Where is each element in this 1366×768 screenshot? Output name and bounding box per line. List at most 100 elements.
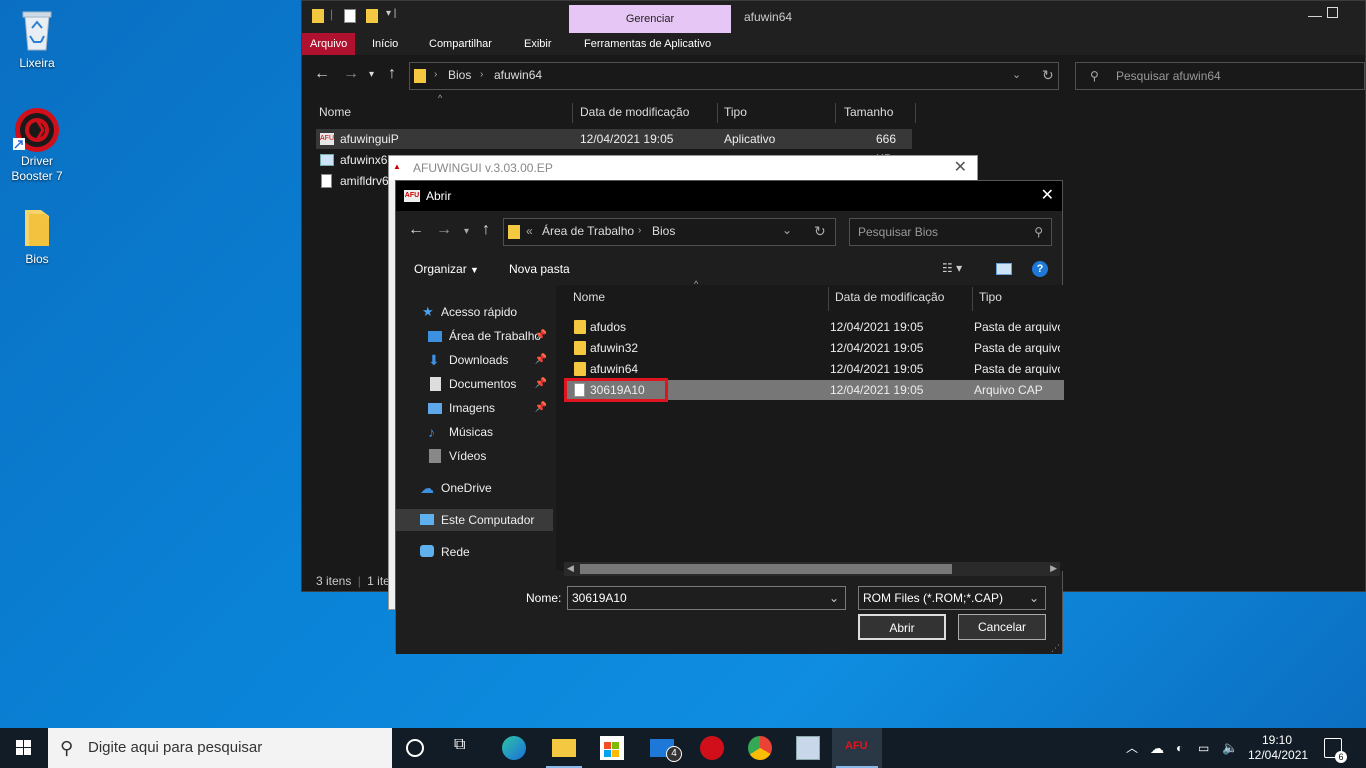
file-type-select[interactable]: ROM Files (*.ROM;*.CAP) ⌄ xyxy=(858,586,1046,610)
afu-taskbar-button[interactable]: AFU xyxy=(832,728,882,768)
organize-button[interactable]: Organizar ▼ xyxy=(414,262,479,276)
forward-icon[interactable]: → xyxy=(436,221,452,239)
show-hidden-icons[interactable]: ︿ xyxy=(1126,728,1138,768)
column-header-size[interactable]: Tamanho xyxy=(838,103,916,123)
nav-item-documents[interactable]: Documentos 📌 xyxy=(396,373,553,395)
column-header-date[interactable]: Data de modificação xyxy=(829,287,973,311)
file-type-value: ROM Files (*.ROM;*.CAP) xyxy=(863,591,1004,605)
nav-item-quick-access[interactable]: ★ Acesso rápido xyxy=(396,301,553,323)
chevron-down-icon[interactable]: ⌄ xyxy=(1029,587,1039,609)
desktop-icon-bios-folder[interactable]: Bios xyxy=(1,208,73,267)
windows-start-icon[interactable] xyxy=(16,740,32,756)
manage-tab[interactable]: Gerenciar xyxy=(569,5,731,33)
nav-item-music[interactable]: ♪ Músicas xyxy=(396,421,553,443)
list-item[interactable]: afuwin32 12/04/2021 19:05 Pasta de arqui… xyxy=(564,338,1064,358)
address-bar[interactable]: › Bios › afuwin64 ⌄ ↻ xyxy=(409,62,1059,90)
pin-icon[interactable]: 📌 xyxy=(535,373,547,395)
scroll-left-icon[interactable]: ◀ xyxy=(567,563,574,574)
pin-icon[interactable]: 📌 xyxy=(535,397,547,419)
new-folder-icon[interactable] xyxy=(366,9,378,23)
qat-dropdown-icon[interactable]: ▾ | xyxy=(386,8,396,19)
clock[interactable]: 19:10 12/04/2021 xyxy=(1248,728,1308,768)
task-view-icon[interactable]: ⧉ xyxy=(454,736,478,760)
nav-item-videos[interactable]: Vídeos xyxy=(396,445,553,467)
chevron-down-icon[interactable]: ⌄ xyxy=(829,587,839,609)
filename-input[interactable]: 30619A10 ⌄ xyxy=(567,586,846,610)
pin-icon[interactable]: 📌 xyxy=(535,349,547,371)
tab-app-tools[interactable]: Ferramentas de Aplicativo xyxy=(576,33,719,55)
tab-view[interactable]: Exibir xyxy=(516,33,560,55)
file-row[interactable]: AFU afuwinguiP 12/04/2021 19:05 Aplicati… xyxy=(316,129,912,166)
network-app-icon[interactable] xyxy=(796,736,820,760)
column-header-type[interactable]: Tipo xyxy=(718,103,836,123)
back-icon[interactable]: ← xyxy=(408,221,424,239)
horizontal-scrollbar[interactable]: ◀ ▶ xyxy=(564,562,1060,576)
column-header-name[interactable]: Nome xyxy=(313,103,573,123)
dialog-search-input[interactable]: Pesquisar Bios ⚲ xyxy=(849,218,1052,246)
close-icon[interactable]: ✕ xyxy=(1041,181,1054,211)
chrome-icon[interactable] xyxy=(748,736,772,760)
chevron-down-icon[interactable]: ⌄ xyxy=(1012,68,1021,81)
tab-home[interactable]: Início xyxy=(364,33,406,55)
list-item[interactable]: afudos 12/04/2021 19:05 Pasta de arquivo xyxy=(564,317,1064,337)
minimize-icon[interactable]: — xyxy=(1308,7,1322,23)
refresh-icon[interactable]: ↻ xyxy=(814,223,826,240)
search-input[interactable]: ⚲ Pesquisar afuwin64 xyxy=(1075,62,1365,90)
nav-item-onedrive[interactable]: ☁ OneDrive xyxy=(396,477,553,499)
scrollbar-thumb[interactable] xyxy=(580,564,952,574)
selection-count: 1 ite xyxy=(367,574,390,588)
scroll-right-icon[interactable]: ▶ xyxy=(1050,563,1057,574)
overflow-chevron[interactable]: « xyxy=(526,224,533,238)
breadcrumb-item[interactable]: Bios xyxy=(652,224,675,238)
nav-item-desktop[interactable]: Área de Trabalho 📌 xyxy=(396,325,553,347)
store-icon[interactable] xyxy=(600,736,624,760)
maximize-icon[interactable] xyxy=(1327,7,1338,18)
up-icon[interactable]: ↑ xyxy=(482,221,490,239)
column-header-type[interactable]: Tipo xyxy=(973,287,1064,311)
help-icon[interactable]: ? xyxy=(1032,261,1048,277)
list-item[interactable]: afuwin64 12/04/2021 19:05 Pasta de arqui… xyxy=(564,359,1064,379)
star-icon: ★ xyxy=(422,304,434,319)
close-icon[interactable]: ✕ xyxy=(954,156,967,180)
chevron-down-icon[interactable]: ⌄ xyxy=(782,223,792,237)
onedrive-tray-icon[interactable]: ☁ xyxy=(1150,728,1164,768)
volume-icon[interactable]: 🔈 xyxy=(1222,728,1238,768)
view-options-icon[interactable]: ☷ ▾ xyxy=(942,261,962,275)
desktop-icon-driver-booster[interactable]: Driver Booster 7 xyxy=(1,106,73,184)
new-folder-button[interactable]: Nova pasta xyxy=(509,262,570,276)
refresh-icon[interactable]: ↻ xyxy=(1042,67,1054,84)
breadcrumb-item[interactable]: Área de Trabalho xyxy=(542,224,634,238)
nav-item-network[interactable]: Rede xyxy=(396,541,553,563)
resize-grip-icon[interactable]: ⋰ xyxy=(1051,643,1060,654)
driver-booster-icon[interactable] xyxy=(700,736,724,760)
file-explorer-icon[interactable] xyxy=(552,739,576,757)
breadcrumb-item[interactable]: afuwin64 xyxy=(494,68,542,82)
recent-dropdown-icon[interactable]: ▾ xyxy=(464,226,469,237)
notification-center-icon[interactable]: 6 xyxy=(1324,738,1347,763)
nav-item-downloads[interactable]: ⬇ Downloads 📌 xyxy=(396,349,553,371)
meet-now-icon[interactable]: ◐ xyxy=(1176,728,1183,768)
column-header-name[interactable]: Nome xyxy=(567,287,829,311)
recent-dropdown-icon[interactable]: ▾ xyxy=(369,69,374,80)
nav-item-pictures[interactable]: Imagens 📌 xyxy=(396,397,553,419)
pin-icon[interactable]: 📌 xyxy=(535,325,547,347)
breadcrumb-item[interactable]: Bios xyxy=(448,68,471,82)
tab-file[interactable]: Arquivo xyxy=(302,33,356,55)
taskbar-search-input[interactable]: ⚲ Digite aqui para pesquisar xyxy=(48,728,392,768)
nav-item-this-pc[interactable]: Este Computador xyxy=(396,509,553,531)
desktop-icon-recycle-bin[interactable]: Lixeira xyxy=(1,8,73,71)
cortana-icon[interactable] xyxy=(406,739,424,757)
preview-pane-icon[interactable] xyxy=(996,263,1012,275)
cancel-button[interactable]: Cancelar xyxy=(958,614,1046,640)
properties-icon[interactable] xyxy=(344,9,356,23)
forward-icon[interactable]: → xyxy=(343,65,359,83)
up-icon[interactable]: ↑ xyxy=(388,65,396,83)
edge-icon[interactable] xyxy=(502,736,526,760)
column-header-date[interactable]: Data de modificação xyxy=(574,103,718,123)
driver-booster-icon xyxy=(13,108,59,152)
back-icon[interactable]: ← xyxy=(314,65,330,83)
network-tray-icon[interactable]: ▭ xyxy=(1198,728,1209,768)
tab-share[interactable]: Compartilhar xyxy=(421,33,500,55)
open-button[interactable]: Abrir xyxy=(858,614,946,640)
dialog-address-bar[interactable]: « Área de Trabalho › Bios ⌄ ↻ xyxy=(503,218,836,246)
